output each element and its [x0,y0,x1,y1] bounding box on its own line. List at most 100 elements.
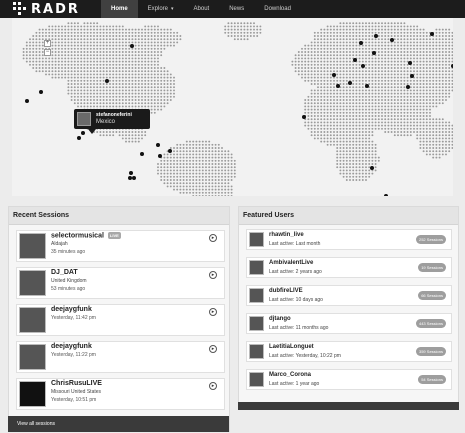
map-land-dot [80,73,83,76]
map-session-pin[interactable] [406,85,410,89]
map-land-dot [118,44,121,47]
map-session-pin[interactable] [374,34,378,38]
map-session-pin[interactable] [140,152,144,156]
world-map[interactable]: + − stefanoneferini Mexico [12,18,453,196]
map-land-dot [179,147,182,149]
map-land-dot [89,41,92,44]
map-land-dot [365,89,367,92]
session-item[interactable]: ChrisRusuLIVE Missouri United States Yes… [16,378,225,410]
nav-explore[interactable]: Explore ▾ [138,0,184,18]
featured-user-item[interactable]: LaetitiaLonguet Last active: Yesterday, … [246,341,452,362]
map-session-pin[interactable] [39,90,43,94]
map-land-dot [105,86,108,89]
map-session-pin[interactable] [408,61,412,65]
map-land-dot [67,73,70,76]
zoom-in-button[interactable]: + [44,40,51,47]
map-session-pin[interactable] [302,115,306,119]
map-land-dot [217,179,220,181]
map-land-dot [89,67,92,69]
dotted-world-map [22,22,453,196]
map-session-pin[interactable] [129,171,133,175]
featured-user-item[interactable]: rhawtin_live Last active: Last month 252… [246,229,452,250]
map-land-dot [64,60,67,63]
map-land-dot [425,79,428,82]
zoom-out-button[interactable]: − [44,49,51,56]
map-land-dot [211,163,214,165]
play-circle-icon[interactable]: ▸ [209,271,217,279]
nav-news[interactable]: News [219,0,254,18]
map-land-dot [323,73,326,76]
map-land-dot [198,147,201,149]
map-land-dot [445,143,447,146]
nav-download[interactable]: Download [254,0,301,18]
map-land-dot [329,131,332,133]
map-session-pin[interactable] [361,64,365,68]
map-land-dot [400,124,403,127]
map-session-pin[interactable] [410,74,414,78]
map-session-pin[interactable] [370,166,374,170]
map-session-pin[interactable] [128,176,132,180]
map-session-pin[interactable] [348,81,352,85]
map-session-pin[interactable] [384,194,388,196]
map-session-pin[interactable] [359,41,363,45]
map-session-pin[interactable] [365,84,369,88]
map-session-pin[interactable] [158,154,162,158]
map-session-pin[interactable] [130,44,134,48]
map-land-dot [393,99,396,101]
map-land-dot [329,108,332,111]
play-circle-icon[interactable]: ▸ [209,308,217,316]
featured-user-item[interactable]: AmbivalentLive Last active: 2 years ago … [246,257,452,278]
map-land-dot [211,147,214,149]
map-session-pin[interactable] [168,149,172,153]
map-land-dot [451,60,453,63]
map-land-dot [393,131,396,133]
map-land-dot [445,35,447,37]
map-session-pin[interactable] [430,32,434,36]
featured-user-item[interactable]: dubfireLIVE Last active: 10 days ago 66 … [246,285,452,306]
nav-about[interactable]: About [184,0,220,18]
map-land-dot [99,44,102,47]
map-session-pin[interactable] [132,176,136,180]
map-session-pin[interactable] [105,79,109,83]
map-session-pin[interactable] [156,143,160,147]
map-land-dot [301,73,303,76]
map-land-dot [214,175,217,178]
session-item[interactable]: deejaygfunk Yesterday, 11:22 pm ▸ [16,341,225,373]
map-land-dot [144,28,147,31]
map-session-pin[interactable] [451,64,453,68]
map-land-dot [163,159,166,162]
featured-user-item[interactable]: Marco_Corona Last active: 1 year ago 54 … [246,369,452,390]
play-circle-icon[interactable]: ▸ [209,382,217,390]
session-item[interactable]: deejaygfunk Yesterday, 11:42 pm ▸ [16,304,225,336]
map-session-pin[interactable] [336,84,340,88]
session-item[interactable]: DJ_DAT United Kingdom 53 minutes ago ▸ [16,267,225,299]
map-session-pin[interactable] [25,99,29,103]
nav-news-label: News [229,6,245,12]
map-land-dot [112,25,115,28]
map-land-dot [390,31,393,34]
map-land-dot [169,179,172,181]
map-session-pin[interactable] [390,38,394,42]
map-session-pin[interactable] [353,58,357,62]
map-land-dot [384,86,387,89]
map-land-dot [93,70,95,73]
map-session-pin[interactable] [81,131,85,135]
map-session-pin[interactable] [77,136,81,140]
view-all-sessions-button[interactable]: View all sessions [8,416,229,432]
map-land-dot [70,44,73,47]
session-item[interactable]: selectormusical LIVE Aldajah 35 minutes a… [16,230,225,262]
session-count-badge: 66 Sessions [418,291,446,300]
map-land-dot [25,41,28,44]
nav-home[interactable]: Home [101,0,138,18]
play-circle-icon[interactable]: ▸ [209,234,217,242]
map-land-dot [329,60,332,63]
map-session-pin[interactable] [372,51,376,55]
map-land-dot [227,31,230,34]
featured-user-item[interactable]: djtango Last active: 11 months ago 443 S… [246,313,452,334]
map-session-pin[interactable] [332,73,336,77]
play-circle-icon[interactable]: ▸ [209,345,217,353]
map-land-dot [121,99,124,101]
map-land-dot [294,57,297,60]
map-land-dot [441,79,444,82]
logo[interactable]: RADR [13,2,80,17]
